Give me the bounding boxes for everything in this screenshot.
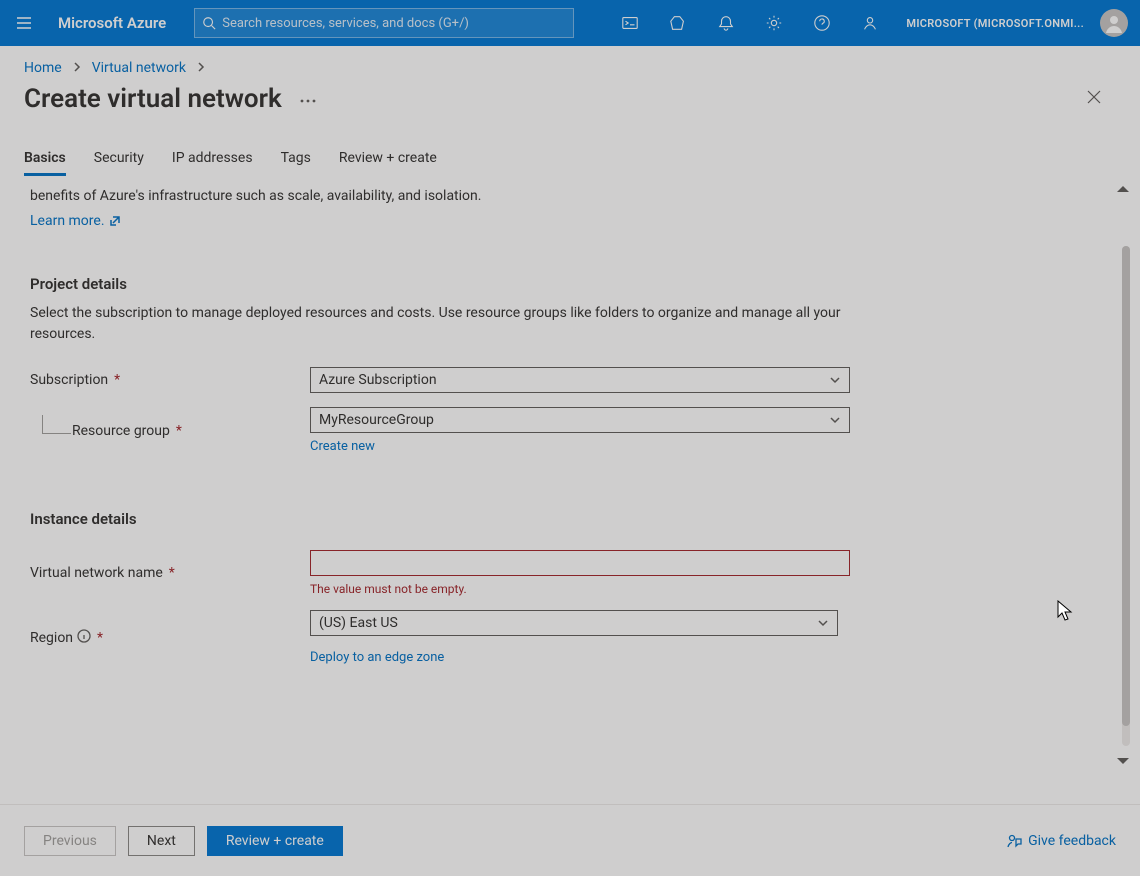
info-icon[interactable] bbox=[77, 629, 91, 647]
chevron-down-icon bbox=[817, 617, 829, 629]
tab-ip-addresses[interactable]: IP addresses bbox=[172, 142, 253, 176]
deploy-edge-zone-link[interactable]: Deploy to an edge zone bbox=[310, 650, 444, 665]
copilot-icon[interactable] bbox=[658, 0, 698, 46]
account-label[interactable]: MICROSOFT (MICROSOFT.ONMI... bbox=[898, 17, 1092, 30]
tab-basics[interactable]: Basics bbox=[24, 142, 66, 176]
vnet-name-label: Virtual network name* bbox=[30, 565, 310, 581]
intro-text: benefits of Azure's infrastructure such … bbox=[30, 186, 860, 207]
subscription-value: Azure Subscription bbox=[319, 372, 437, 388]
settings-icon[interactable] bbox=[754, 0, 794, 46]
feedback-icon[interactable] bbox=[850, 0, 890, 46]
vnet-name-input[interactable] bbox=[310, 550, 850, 576]
chevron-right-icon bbox=[196, 60, 206, 76]
resource-group-dropdown[interactable]: MyResourceGroup bbox=[310, 407, 850, 433]
breadcrumb: Home Virtual network bbox=[0, 46, 1140, 82]
footer-bar: Previous Next Review + create Give feedb… bbox=[0, 804, 1140, 876]
scrollbar[interactable] bbox=[1122, 246, 1130, 746]
project-details-desc: Select the subscription to manage deploy… bbox=[30, 303, 850, 345]
section-instance-details: Instance details bbox=[30, 510, 1100, 528]
external-link-icon bbox=[109, 215, 121, 227]
chevron-down-icon bbox=[829, 414, 841, 426]
search-icon bbox=[202, 16, 216, 30]
breadcrumb-home[interactable]: Home bbox=[24, 60, 62, 76]
tab-review-create[interactable]: Review + create bbox=[339, 142, 437, 176]
previous-button[interactable]: Previous bbox=[24, 826, 116, 856]
more-button[interactable] bbox=[300, 91, 316, 107]
resource-group-value: MyResourceGroup bbox=[319, 412, 434, 428]
review-create-button[interactable]: Review + create bbox=[207, 826, 343, 856]
scroll-down-button[interactable] bbox=[1116, 754, 1130, 770]
close-button[interactable] bbox=[1082, 85, 1106, 113]
region-label: Region * bbox=[30, 629, 310, 647]
help-icon[interactable] bbox=[802, 0, 842, 46]
subscription-dropdown[interactable]: Azure Subscription bbox=[310, 367, 850, 393]
scrollbar-thumb[interactable] bbox=[1122, 246, 1130, 726]
resource-group-label: Resource group* bbox=[30, 423, 310, 439]
region-dropdown[interactable]: (US) East US bbox=[310, 610, 838, 636]
next-button[interactable]: Next bbox=[128, 826, 195, 856]
give-feedback-link[interactable]: Give feedback bbox=[1006, 833, 1116, 849]
top-bar: Microsoft Azure Search resources, servic… bbox=[0, 0, 1140, 46]
subscription-label: Subscription* bbox=[30, 372, 310, 388]
chevron-right-icon bbox=[72, 60, 82, 76]
tab-bar: Basics Security IP addresses Tags Review… bbox=[0, 142, 1140, 176]
vnet-name-error: The value must not be empty. bbox=[310, 582, 850, 596]
give-feedback-label: Give feedback bbox=[1028, 833, 1116, 849]
content-area: benefits of Azure's infrastructure such … bbox=[0, 176, 1140, 776]
create-new-rg-link[interactable]: Create new bbox=[310, 439, 375, 454]
avatar[interactable] bbox=[1100, 9, 1128, 37]
chevron-down-icon bbox=[829, 374, 841, 386]
global-search[interactable]: Search resources, services, and docs (G+… bbox=[194, 8, 574, 38]
notifications-icon[interactable] bbox=[706, 0, 746, 46]
menu-button[interactable] bbox=[8, 7, 40, 39]
title-row: Create virtual network bbox=[0, 82, 1140, 114]
brand-label: Microsoft Azure bbox=[48, 14, 176, 32]
page-title: Create virtual network bbox=[24, 84, 282, 114]
tab-tags[interactable]: Tags bbox=[281, 142, 311, 176]
search-placeholder: Search resources, services, and docs (G+… bbox=[222, 16, 469, 31]
section-project-details: Project details bbox=[30, 275, 1100, 293]
region-value: (US) East US bbox=[319, 615, 398, 631]
scroll-up-button[interactable] bbox=[1116, 182, 1130, 198]
cloud-shell-icon[interactable] bbox=[610, 0, 650, 46]
learn-more-label: Learn more. bbox=[30, 213, 105, 229]
breadcrumb-vnet[interactable]: Virtual network bbox=[92, 60, 186, 76]
feedback-person-icon bbox=[1006, 833, 1022, 849]
tab-security[interactable]: Security bbox=[94, 142, 144, 176]
learn-more-link[interactable]: Learn more. bbox=[30, 213, 121, 229]
